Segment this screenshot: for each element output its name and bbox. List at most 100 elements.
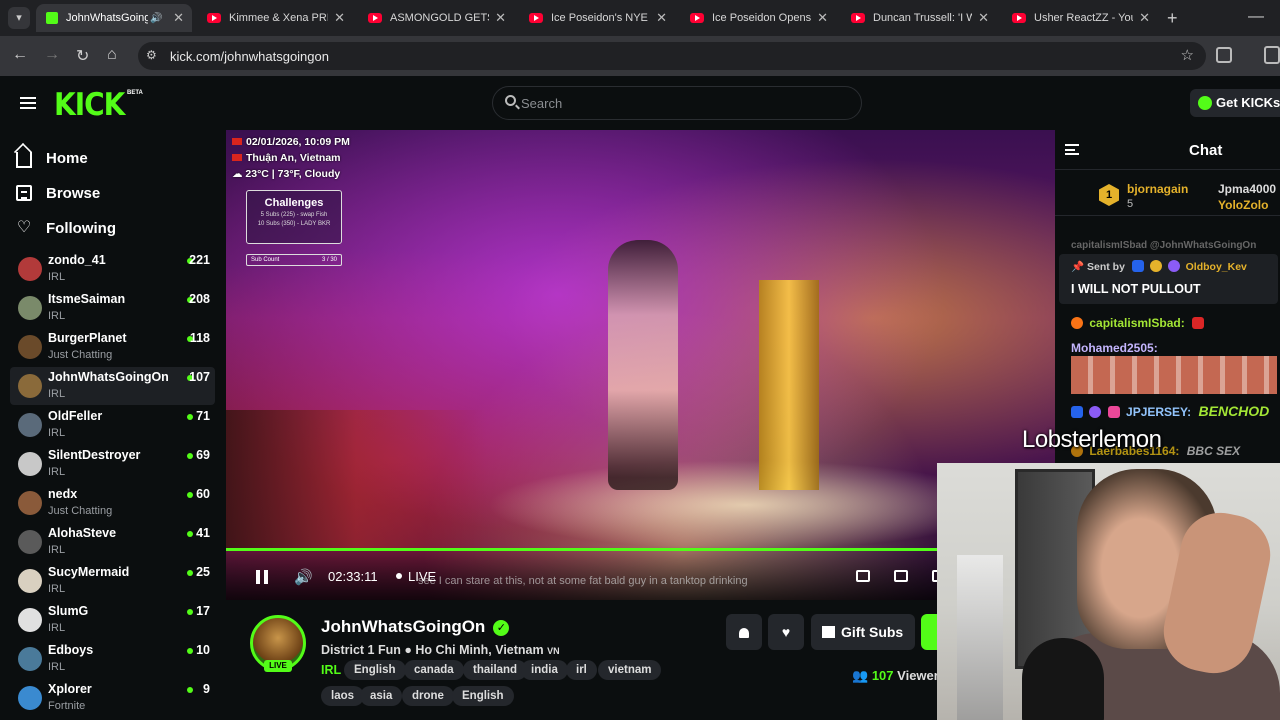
notification-bell-button[interactable] [726, 614, 762, 650]
live-dot-icon [187, 570, 193, 576]
browser-tab[interactable]: ASMONGOLD GETS A ✕ [358, 4, 514, 32]
sidebar-channel[interactable]: Edboys IRL 10 [10, 640, 215, 678]
pause-icon[interactable] [256, 570, 268, 584]
reload-icon[interactable]: ↻ [76, 46, 89, 66]
sidebar-channel[interactable]: Xplorer Fortnite 9 [10, 679, 215, 717]
kick-logo[interactable]: KICK [54, 86, 125, 122]
channel-name[interactable]: JohnWhatsGoingOn ✓ [321, 617, 510, 637]
chat-username[interactable]: Mohamed2505: [1071, 341, 1158, 355]
sidebar-channel[interactable]: zondo_41 IRL 221 [10, 250, 215, 288]
browser-tab[interactable]: Ice Poseidon's NYE L ✕ [519, 4, 675, 32]
video-player[interactable]: 02/01/2026, 10:09 PM Thuận An, Vietnam ☁… [226, 130, 1055, 600]
site-info-icon[interactable]: ⚙ [146, 48, 157, 62]
follow-heart-button[interactable]: ♥ [768, 614, 804, 650]
tab-search-button[interactable]: ▾ [8, 7, 30, 29]
home-icon[interactable]: ⌂ [107, 46, 117, 64]
close-tab-icon[interactable]: ✕ [167, 10, 184, 26]
collapse-chat-icon[interactable] [1065, 144, 1079, 155]
challenge-line: 10 Subs (350) - LADY BKR [257, 221, 331, 227]
get-kicks-label: Get KICKs [1216, 95, 1280, 110]
menu-icon[interactable] [20, 97, 36, 109]
browser-tab[interactable]: JohnWhatsGoingOn 🔊 ✕ [36, 4, 192, 32]
channel-name: AlohaSteve [48, 526, 117, 540]
stream-tag[interactable]: asia [360, 686, 403, 706]
progress-bar[interactable] [226, 548, 1055, 551]
sidebar-channel[interactable]: JohnWhatsGoingOn IRL 107 [10, 367, 215, 405]
browser-tab[interactable]: Duncan Trussell: 'I W ✕ [841, 4, 997, 32]
sidebar-channel[interactable]: SilentDestroyer IRL 69 [10, 445, 215, 483]
channel-category: IRL [48, 466, 66, 478]
close-tab-icon[interactable]: ✕ [972, 10, 989, 26]
live-indicator[interactable]: LIVE [396, 569, 436, 584]
sidebar-channel[interactable]: AlohaSteve IRL 41 [10, 523, 215, 561]
channel-category: IRL [48, 661, 66, 673]
close-tab-icon[interactable]: ✕ [328, 10, 345, 26]
stream-tag[interactable]: laos [321, 686, 365, 706]
gift-subs-label: Gift Subs [841, 624, 904, 640]
pinned-sender: 📌 Sent by Oldboy_Kev [1071, 260, 1247, 273]
sidebar-channel[interactable]: ItsmeSaiman IRL 208 [10, 289, 215, 327]
sidebar-item-browse[interactable]: Browse [16, 181, 100, 205]
extensions-icon[interactable] [1216, 47, 1232, 63]
stream-tag[interactable]: irl [566, 660, 597, 680]
viewer-count-value: 107 [871, 668, 894, 683]
stream-tag[interactable]: canada [404, 660, 464, 680]
stream-tag[interactable]: drone [402, 686, 454, 706]
stream-category[interactable]: IRL [321, 663, 341, 677]
bell-icon [739, 628, 749, 638]
beta-badge: BETA [127, 90, 143, 96]
clip-icon[interactable] [856, 570, 870, 582]
close-tab-icon[interactable]: ✕ [811, 10, 828, 26]
url-text[interactable]: kick.com/johnwhatsgoingon [170, 49, 329, 64]
forward-icon[interactable]: → [44, 46, 60, 64]
close-tab-icon[interactable]: ✕ [1133, 10, 1150, 26]
badge-icon [1131, 260, 1144, 272]
badge-icon [1071, 406, 1083, 418]
stream-tag[interactable]: vietnam [598, 660, 662, 680]
sidebar-channel[interactable]: SucyMermaid IRL 25 [10, 562, 215, 600]
get-kicks-button[interactable]: Get KICKs [1190, 89, 1280, 117]
speaker-icon[interactable]: 🔊 [150, 13, 162, 24]
stream-tag[interactable]: English [344, 660, 406, 680]
live-dot-icon [187, 492, 193, 498]
stream-tag[interactable]: thailand [463, 660, 528, 680]
search-input[interactable] [521, 93, 821, 113]
subscribe-button[interactable] [921, 614, 937, 650]
sidebar-channel[interactable]: nedx Just Chatting 60 [10, 484, 215, 522]
pinned-message[interactable]: 📌 Sent by Oldboy_Kev I WILL NOT PULLOUT [1059, 254, 1278, 304]
sent-by-label: Sent by [1087, 261, 1125, 273]
stream-tag[interactable]: india [521, 660, 568, 680]
channel-avatar [18, 413, 42, 437]
browser-tab[interactable]: Kimmee & Xena PRE ✕ [197, 4, 353, 32]
sidebar-item-following[interactable]: ♡ Following [16, 216, 116, 240]
channel-avatar [18, 335, 42, 359]
volume-icon[interactable]: 🔊 [294, 568, 313, 586]
sidebar-item-home[interactable]: Home [16, 146, 88, 170]
chat-username[interactable]: capitalismISbad: [1089, 316, 1184, 330]
profile-icon[interactable] [1264, 46, 1280, 64]
live-badge: LIVE [264, 660, 292, 672]
theater-mode-icon[interactable] [894, 570, 908, 582]
back-icon[interactable]: ← [12, 46, 28, 64]
sub-count-label: Sub Count [251, 257, 280, 263]
minimize-icon[interactable]: — [1248, 8, 1264, 26]
omnibox[interactable]: ⚙ kick.com/johnwhatsgoingon ☆ [138, 42, 1206, 70]
pinned-username[interactable]: Oldboy_Kev [1186, 261, 1247, 273]
badge-icon [1089, 406, 1102, 418]
browser-tab[interactable]: Ice Poseidon Opens ✕ [680, 4, 836, 32]
bookmark-star-icon[interactable]: ☆ [1181, 46, 1194, 64]
browser-tab[interactable]: Usher ReactZZ - You ✕ [1002, 4, 1158, 32]
sidebar-channel[interactable]: BurgerPlanet Just Chatting 118 [10, 328, 215, 366]
gifter-name[interactable]: bjornagain [1127, 182, 1188, 196]
sidebar-channel[interactable]: SlumG IRL 17 [10, 601, 215, 639]
close-tab-icon[interactable]: ✕ [650, 10, 667, 26]
chat-username[interactable]: JPJERSEY: [1126, 405, 1191, 419]
stream-tag[interactable]: English [452, 686, 514, 706]
close-tab-icon[interactable]: ✕ [489, 10, 506, 26]
gifter-name[interactable]: YoloZolo [1218, 198, 1268, 212]
sidebar-channel[interactable]: OldFeller IRL 71 [10, 406, 215, 444]
channel-viewers: 9 [203, 682, 210, 696]
gift-subs-button[interactable]: Gift Subs [811, 614, 915, 650]
new-tab-icon[interactable]: + [1167, 8, 1178, 29]
gifter-name[interactable]: Jpma4000 [1218, 182, 1276, 196]
